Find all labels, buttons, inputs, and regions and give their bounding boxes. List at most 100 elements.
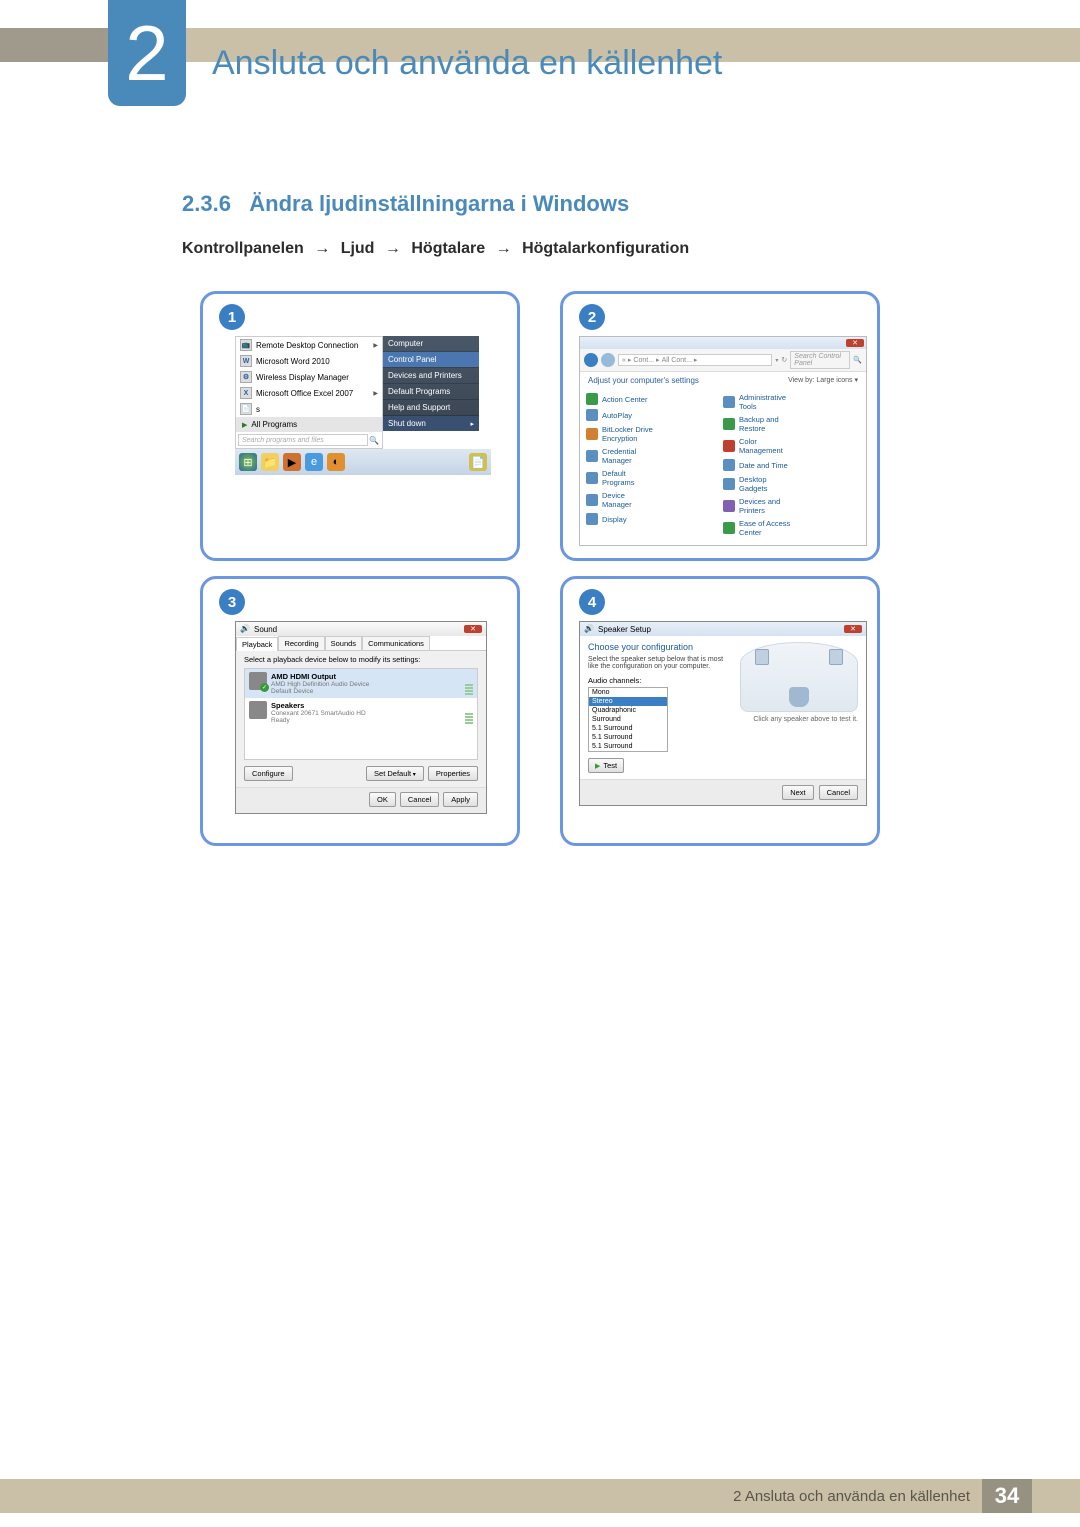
set-default-button[interactable]: Set Default xyxy=(366,766,424,781)
control-panel-item[interactable]: Ease of Access Center xyxy=(723,517,792,539)
close-icon[interactable]: ✕ xyxy=(464,625,482,633)
dialog-title: Sound xyxy=(254,625,277,634)
app-icon: ⚙ xyxy=(240,371,252,383)
start-menu-right-item[interactable]: Help and Support xyxy=(383,400,479,415)
cancel-button[interactable]: Cancel xyxy=(400,792,439,807)
control-panel-item[interactable]: Date and Time xyxy=(723,457,792,473)
shutdown-button[interactable]: Shut down ▸ xyxy=(383,416,479,431)
taskbar-explorer-icon[interactable]: 📁 xyxy=(261,453,279,471)
start-menu-item[interactable]: 📄s xyxy=(236,401,382,417)
taskbar-app-icon[interactable]: ◐ xyxy=(327,453,345,471)
start-menu-right-item[interactable]: Computer xyxy=(383,336,479,351)
channel-option[interactable]: Quadraphonic xyxy=(589,706,667,715)
control-panel-item[interactable]: BitLocker Drive Encryption xyxy=(586,423,655,445)
channel-option[interactable]: Mono xyxy=(589,688,667,697)
start-menu-item[interactable]: 📺Remote Desktop Connection▶ xyxy=(236,337,382,353)
submenu-arrow-icon: ▶ xyxy=(373,342,378,349)
control-panel-item[interactable]: Device Manager xyxy=(586,489,655,511)
tab-playback[interactable]: Playback xyxy=(236,637,278,651)
start-menu-item[interactable]: ⚙ Wireless Display Manager xyxy=(236,369,382,385)
control-panel-item[interactable]: Action Center xyxy=(586,391,655,407)
close-icon[interactable]: ✕ xyxy=(844,625,862,633)
control-panel-item[interactable]: Desktop Gadgets xyxy=(723,473,792,495)
channels-label: Audio channels: xyxy=(588,676,732,685)
channel-option[interactable]: 5.1 Surround xyxy=(589,733,667,742)
view-by-dropdown[interactable]: View by: Large icons ▾ xyxy=(788,376,858,385)
path-field[interactable]: « ▸ Cont... ▸ All Cont... ▸ xyxy=(618,354,772,366)
taskbar-mediaplayer-icon[interactable]: ▶ xyxy=(283,453,301,471)
device-status: Default Device xyxy=(271,688,461,695)
cp-item-label: Date and Time xyxy=(739,461,788,470)
control-panel-item[interactable]: Default Programs xyxy=(586,467,655,489)
section-heading: Ändra ljudinställningarna i Windows xyxy=(249,191,629,216)
cancel-button[interactable]: Cancel xyxy=(819,785,858,800)
arrow-icon: → xyxy=(385,240,401,257)
control-panel-item[interactable]: Administrative Tools xyxy=(723,391,792,413)
control-panel-item[interactable]: Devices and Printers xyxy=(723,495,792,517)
control-panel-item[interactable]: Backup and Restore xyxy=(723,413,792,435)
app-icon: W xyxy=(240,355,252,367)
channel-option[interactable]: Stereo xyxy=(589,697,667,706)
channel-option[interactable]: 5.1 Surround xyxy=(589,742,667,751)
speaker-left-icon[interactable] xyxy=(755,649,769,665)
start-menu-item[interactable]: XMicrosoft Office Excel 2007▶ xyxy=(236,385,382,401)
control-panel-item[interactable]: AutoPlay xyxy=(586,407,655,423)
step-badge-2: 2 xyxy=(579,304,605,330)
start-orb-icon[interactable]: ⊞ xyxy=(239,453,257,471)
channel-option[interactable]: 5.1 Surround xyxy=(589,724,667,733)
taskbar: ⊞ 📁 ▶ e ◐ 📄 xyxy=(235,449,491,475)
tab-communications[interactable]: Communications xyxy=(362,636,430,650)
section-number: 2.3.6 xyxy=(182,191,231,216)
app-label: Wireless Display Manager xyxy=(256,373,349,382)
apply-button[interactable]: Apply xyxy=(443,792,478,807)
channels-listbox[interactable]: MonoStereoQuadraphonicSurround5.1 Surrou… xyxy=(588,687,668,752)
speaker-right-icon[interactable] xyxy=(829,649,843,665)
nav-back-icon[interactable] xyxy=(584,353,598,367)
cp-grid: Action Center AutoPlayBitLocker Drive Enc… xyxy=(580,389,866,545)
dialog-body: Choose your configuration Select the spe… xyxy=(580,636,866,779)
nav-forward-icon[interactable] xyxy=(601,353,615,367)
step-badge-3: 3 xyxy=(219,589,245,615)
test-button[interactable]: ▶ Test xyxy=(588,758,624,773)
cp-item-icon xyxy=(723,440,735,452)
configure-button[interactable]: Configure xyxy=(244,766,293,781)
tab-recording[interactable]: Recording xyxy=(278,636,324,650)
dialog-buttons-row: Next Cancel xyxy=(580,779,866,805)
channel-option[interactable]: Surround xyxy=(589,715,667,724)
app-label: Microsoft Word 2010 xyxy=(256,357,330,366)
start-menu-right-item[interactable]: Devices and Printers xyxy=(383,368,479,383)
config-preview-pane: Click any speaker above to test it. xyxy=(740,642,858,773)
taskbar-ie-icon[interactable]: e xyxy=(305,453,323,471)
cp-item-label: Backup and Restore xyxy=(739,415,792,433)
playback-device[interactable]: SpeakersConexant 20671 SmartAudio HDRead… xyxy=(245,698,477,727)
next-button[interactable]: Next xyxy=(782,785,813,800)
device-buttons-row: Configure Set Default Properties xyxy=(236,760,486,787)
footer-text: 2 Ansluta och använda en källenhet xyxy=(733,1488,982,1505)
playback-device[interactable]: ✓AMD HDMI OutputAMD High Definition Audi… xyxy=(245,669,477,698)
control-panel-item[interactable]: Color Management xyxy=(723,435,792,457)
start-search-row: Search programs and files 🔍 xyxy=(236,432,382,448)
all-programs-button[interactable]: ▶ All Programs xyxy=(236,417,382,432)
search-input[interactable]: Search programs and files xyxy=(238,434,368,446)
ok-button[interactable]: OK xyxy=(369,792,396,807)
start-menu-right-item[interactable]: Default Programs xyxy=(383,384,479,399)
search-input[interactable]: Search Control Panel xyxy=(790,351,850,369)
cp-item-icon xyxy=(586,450,598,462)
start-menu-right-item[interactable]: Control Panel xyxy=(383,352,479,367)
check-icon: ✓ xyxy=(260,683,269,692)
close-icon[interactable]: ✕ xyxy=(846,339,864,347)
properties-button[interactable]: Properties xyxy=(428,766,478,781)
level-meter-icon xyxy=(465,701,473,724)
control-panel-item[interactable]: Credential Manager xyxy=(586,445,655,467)
window-titlebar: 🔊 Speaker Setup ✕ xyxy=(580,622,866,636)
start-menu-right: ComputerControl PanelDevices and Printer… xyxy=(383,336,479,431)
step-badge-4: 4 xyxy=(579,589,605,615)
start-menu-item[interactable]: W Microsoft Word 2010 xyxy=(236,353,382,369)
control-panel-item[interactable]: Display xyxy=(586,511,655,527)
cp-item-label: Action Center xyxy=(602,395,647,404)
adjust-heading: Adjust your computer's settings xyxy=(588,376,699,385)
taskbar-pinned-icon[interactable]: 📄 xyxy=(469,453,487,471)
tab-sounds[interactable]: Sounds xyxy=(325,636,362,650)
cp-item-label: Device Manager xyxy=(602,491,655,509)
cp-item-label: Ease of Access Center xyxy=(739,519,792,537)
